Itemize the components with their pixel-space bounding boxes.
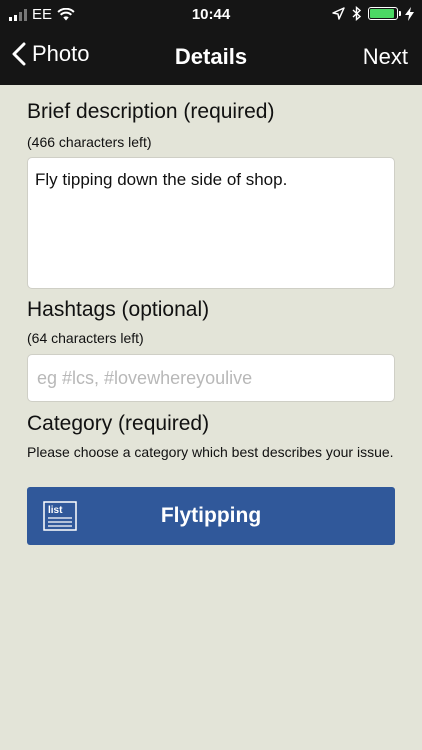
category-heading: Category (required): [27, 412, 210, 435]
category-instruction: Please choose a category which best desc…: [27, 444, 394, 460]
bluetooth-icon: [352, 6, 361, 21]
next-button[interactable]: Next: [363, 44, 408, 70]
location-arrow-icon: [332, 7, 345, 20]
hashtags-input[interactable]: eg #lcs, #lovewhereyoulive: [27, 354, 395, 402]
description-input[interactable]: Fly tipping down the side of shop.: [27, 157, 395, 289]
hashtags-chars-left: (64 characters left): [27, 330, 144, 346]
status-bar: EE 10:44: [0, 0, 422, 30]
top-bar: EE 10:44 Photo Details Next: [0, 0, 422, 85]
category-selected-label: Flytipping: [160, 504, 262, 527]
category-select-button[interactable]: list Flytipping: [27, 487, 395, 545]
charging-bolt-icon: [405, 6, 414, 21]
description-heading: Brief description (required): [27, 100, 275, 123]
page-title: Details: [174, 44, 248, 69]
battery-icon: [368, 7, 401, 20]
hashtags-heading: Hashtags (optional): [27, 298, 210, 321]
description-chars-left: (466 characters left): [27, 134, 152, 150]
navigation-bar: Photo Details Next: [0, 36, 422, 80]
